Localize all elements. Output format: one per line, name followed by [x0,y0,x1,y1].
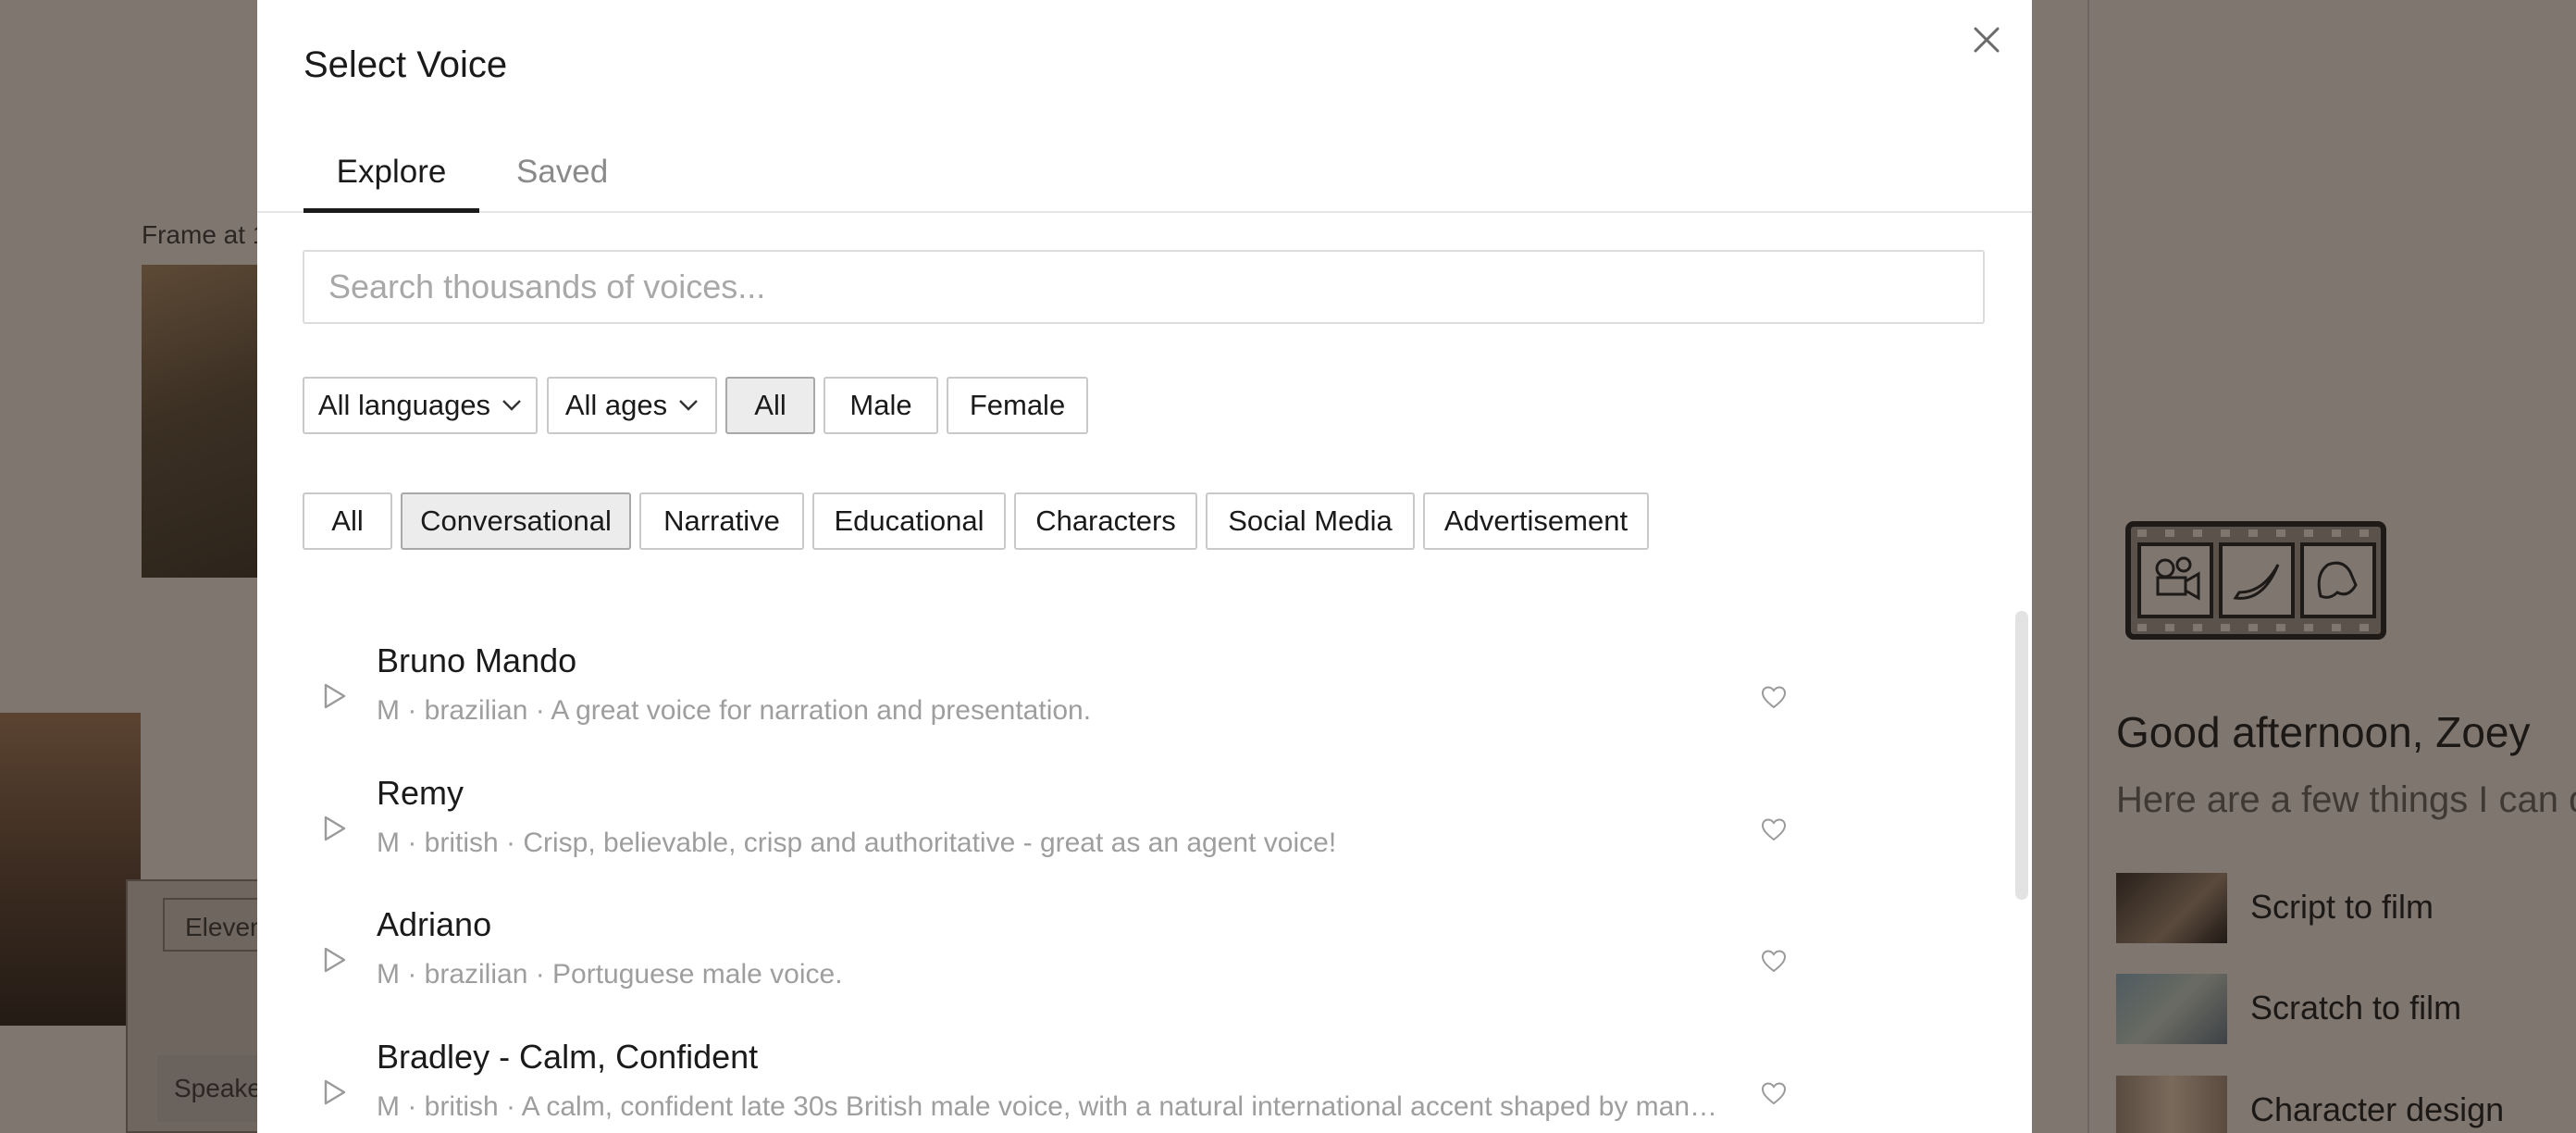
voice-name: Bradley - Calm, Confident [377,1038,759,1076]
chevron-down-icon [502,400,521,411]
voice-item[interactable]: Adriano M · brazilian · Portuguese male … [257,905,2015,1038]
heart-icon[interactable] [1760,684,1788,710]
chevron-down-icon [679,400,698,411]
suggestion-character-design: Character design [2116,1076,2576,1133]
suggestion-thumbnail [2116,974,2227,1044]
voice-description: M · british · Crisp, believable, crisp a… [377,828,1337,858]
greeting: Good afternoon, Zoey [2116,708,2531,756]
provider-chip: Eleven [163,898,265,952]
heart-icon[interactable] [1760,948,1788,974]
age-dropdown[interactable]: All ages [547,377,717,434]
tab-bar: Explore Saved [257,139,2032,213]
heart-icon[interactable] [1760,1080,1788,1106]
voice-name: Adriano [377,905,492,943]
greeting-subtitle: Here are a few things I can do [2116,779,2576,820]
close-button[interactable] [1967,20,2006,59]
voice-name: Remy [377,774,464,812]
voice-item[interactable]: Remy M · british · Crisp, believable, cr… [257,774,2015,906]
language-dropdown-label: All languages [317,389,491,421]
suggestion-script-to-film: Script to film [2116,873,2576,943]
tab-saved[interactable]: Saved [516,146,608,213]
voice-item[interactable]: Bruno Mando M · brazilian · A great voic… [257,641,2015,774]
category-social-media[interactable]: Social Media [1206,492,1415,550]
suggestion-scratch-to-film: Scratch to film [2116,974,2576,1044]
category-educational[interactable]: Educational [812,492,1006,550]
play-icon[interactable] [322,815,348,842]
voice-description: M · brazilian · Portuguese male voice. [377,959,843,990]
suggestion-thumbnail [2116,1076,2227,1133]
age-dropdown-label: All ages [564,389,668,421]
tab-explore[interactable]: Explore [303,146,479,213]
list-scrollbar[interactable] [2015,611,2028,900]
gender-filter-female[interactable]: Female [947,377,1088,434]
close-icon [1974,27,2000,53]
voice-description: M · brazilian · A great voice for narrat… [377,695,1092,726]
gender-filter-all[interactable]: All [725,377,815,434]
play-icon[interactable] [322,1078,348,1106]
category-advertisement[interactable]: Advertisement [1423,492,1649,550]
dialog-title: Select Voice [303,44,508,85]
voice-description: M · british · A calm, confident late 30s… [377,1091,1723,1122]
frame-thumbnail [142,265,262,578]
language-dropdown[interactable]: All languages [303,377,538,434]
suggestion-label: Scratch to film [2250,989,2462,1027]
play-icon[interactable] [322,946,348,974]
suggestion-label: Character design [2250,1090,2505,1128]
category-narrative[interactable]: Narrative [639,492,804,550]
category-all[interactable]: All [303,492,392,550]
category-conversational[interactable]: Conversational [401,492,631,550]
speaker-field: Speake [157,1055,265,1122]
frame-label: Frame at 1 [142,220,267,249]
search-input[interactable] [303,250,1985,324]
suggestion-thumbnail [2116,873,2227,943]
suggestion-label: Script to film [2250,888,2434,926]
scene-thumbnail [0,713,141,1026]
gender-filter-male[interactable]: Male [824,377,938,434]
category-characters[interactable]: Characters [1014,492,1197,550]
heart-icon[interactable] [1760,816,1788,842]
film-strip-logo [2124,518,2387,647]
play-icon[interactable] [322,682,348,710]
voice-name: Bruno Mando [377,641,577,679]
select-voice-dialog: Select Voice Explore Saved All languages… [257,0,2032,1133]
voice-item[interactable]: Bradley - Calm, Confident M · british · … [257,1038,2015,1133]
